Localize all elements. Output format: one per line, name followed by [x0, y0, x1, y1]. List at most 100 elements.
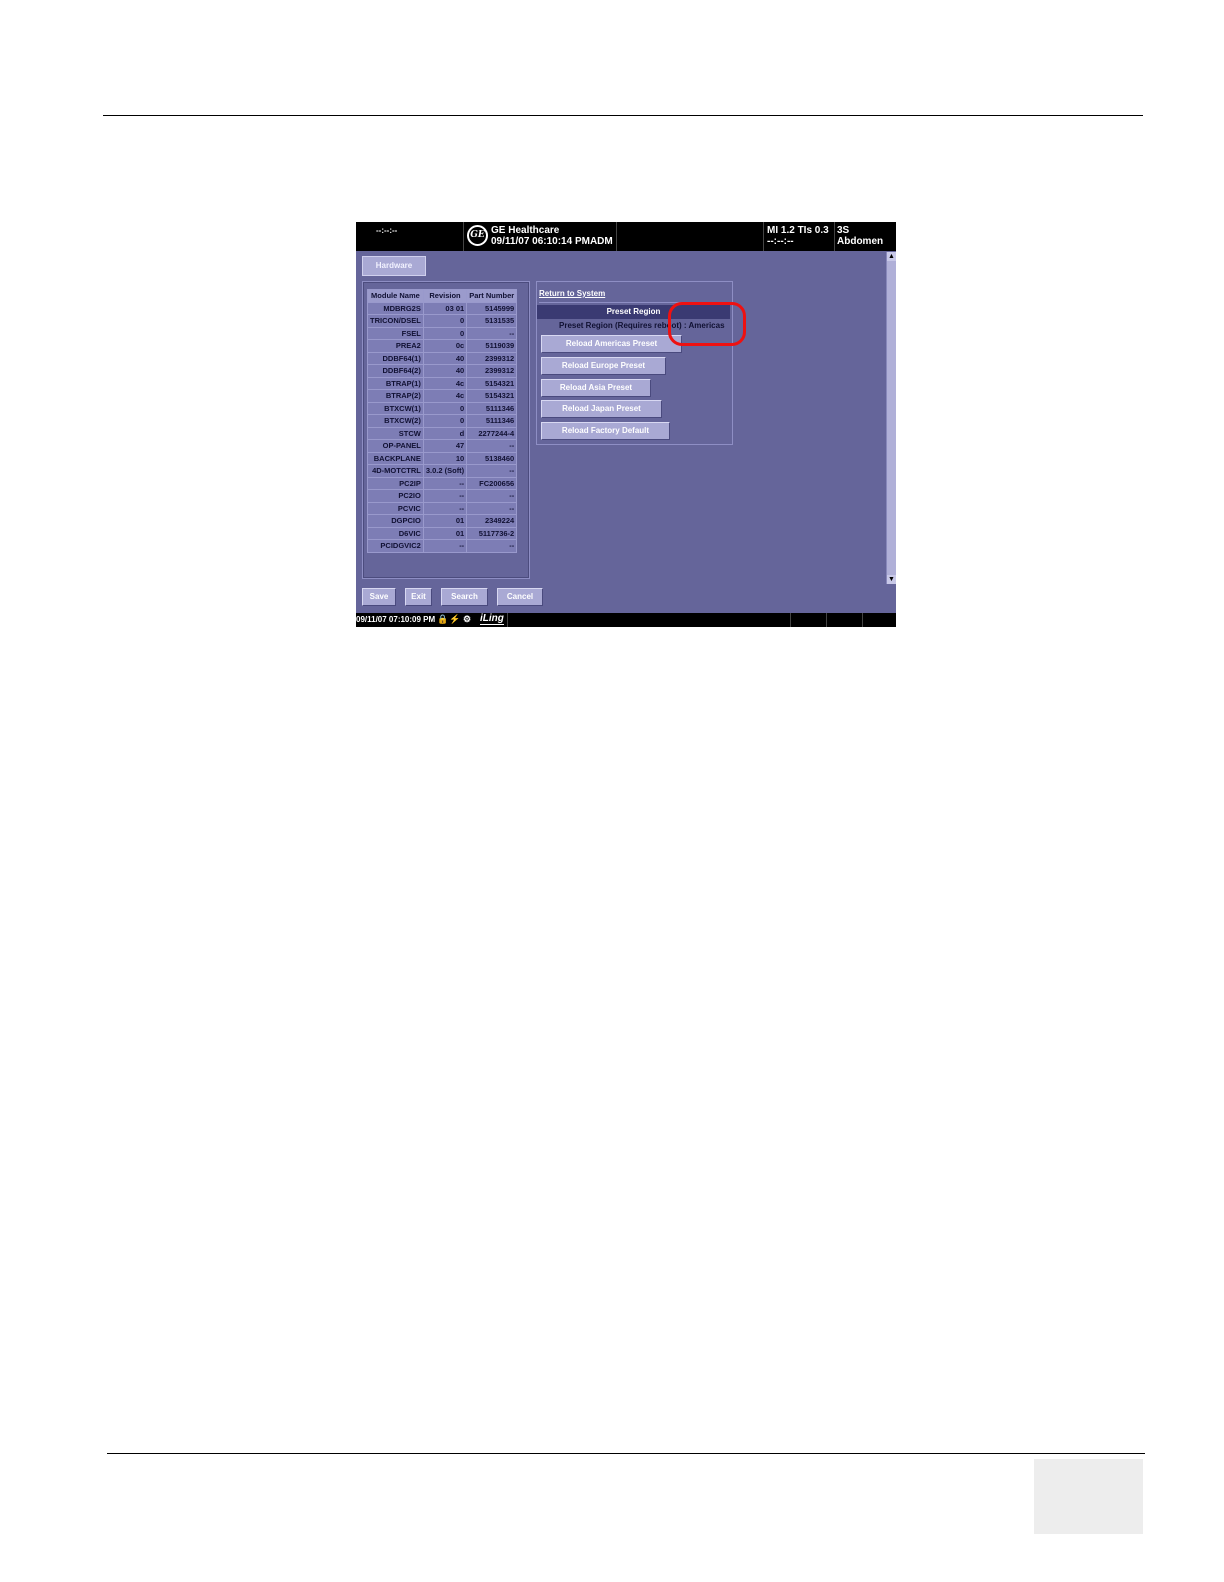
table-row: BTXCW(1) 0 5111346: [367, 401, 518, 415]
table-row: MDBRG2S 03 01 5145999: [367, 301, 518, 315]
top-separator: [616, 222, 617, 251]
reload-asia-button[interactable]: Reload Asia Preset: [541, 379, 651, 397]
revision-cell: --: [422, 476, 468, 490]
part-number-cell: 2277244-4: [466, 426, 518, 440]
lock-icon: 🔒: [437, 614, 449, 624]
search-button[interactable]: Search: [441, 588, 488, 606]
table-row: PC2IO -- --: [367, 489, 518, 503]
part-number-cell: 5145999: [466, 301, 518, 315]
module-name-cell: PCVIC: [367, 501, 424, 515]
module-name-cell: PC2IP: [367, 476, 424, 490]
top-separator: [463, 222, 464, 251]
tab-hardware[interactable]: Hardware: [362, 256, 426, 276]
vertical-scrollbar[interactable]: ▲ ▼: [886, 252, 896, 584]
table-row: PREA2 0c 5119039: [367, 339, 518, 353]
part-number-cell: 5131535: [466, 314, 518, 328]
application-name: Abdomen: [837, 236, 884, 247]
table-row: FSEL 0 --: [367, 326, 518, 340]
top-bar: --:--:-- GE GE Healthcare 09/11/07 06:10…: [356, 222, 896, 251]
revision-cell: 40: [422, 351, 468, 365]
table-row: BTXCW(2) 0 5111346: [367, 414, 518, 428]
module-name-cell: TRICON/DSEL: [367, 314, 424, 328]
module-name-cell: DGPCIO: [367, 514, 424, 528]
revision-cell: 0: [422, 326, 468, 340]
table-row: DGPCIO 01 2349224: [367, 514, 518, 528]
revision-cell: 40: [422, 364, 468, 378]
revision-cell: 0: [422, 414, 468, 428]
probe-name: 3S: [837, 225, 850, 236]
callout-highlight: [668, 302, 746, 346]
part-number-cell: 2349224: [466, 514, 518, 528]
part-number-cell: 2399312: [466, 364, 518, 378]
brand-block: GE Healthcare 09/11/07 06:10:14 PMADM: [491, 225, 613, 247]
status-separator: [507, 613, 508, 627]
status-separator: [790, 613, 791, 627]
scroll-down-icon[interactable]: ▼: [887, 575, 896, 584]
revision-cell: --: [422, 501, 468, 515]
module-name-cell: FSEL: [367, 326, 424, 340]
save-button[interactable]: Save: [362, 588, 396, 606]
part-number-cell: 5154321: [466, 389, 518, 403]
revision-cell: --: [422, 489, 468, 503]
revision-cell: 3.0.2 (Soft): [422, 464, 468, 478]
revision-cell: 10: [422, 451, 468, 465]
part-number-cell: 5111346: [466, 401, 518, 415]
module-panel: Module Name Revision Part Number MDBRG2S…: [362, 281, 530, 579]
footer-rule: [107, 1453, 1145, 1454]
table-row: DDBF64(2) 40 2399312: [367, 364, 518, 378]
part-number-cell: --: [466, 489, 518, 503]
module-name-cell: DDBF64(2): [367, 364, 424, 378]
status-time: 09/11/07 07:10:09 PM: [356, 615, 436, 624]
part-number-cell: 5117736-2: [466, 526, 518, 540]
table-row: PCIDGVIC2 -- --: [367, 539, 518, 553]
reload-factory-default-button[interactable]: Reload Factory Default: [541, 422, 670, 440]
ge-logo-icon: GE: [467, 225, 488, 246]
part-number-cell: 5138460: [466, 451, 518, 465]
revision-cell: d: [422, 426, 468, 440]
mi-tis: MI 1.2 TIs 0.3: [767, 225, 829, 236]
module-name-cell: BTRAP(2): [367, 389, 424, 403]
reload-europe-button[interactable]: Reload Europe Preset: [541, 357, 666, 375]
return-to-system-link[interactable]: Return to System: [539, 285, 729, 303]
module-name-cell: OP-PANEL: [367, 439, 424, 453]
part-number-cell: --: [466, 326, 518, 340]
revision-cell: 4c: [422, 389, 468, 403]
mi-tis-block: MI 1.2 TIs 0.3 --:--:--: [767, 225, 829, 247]
scroll-up-icon[interactable]: ▲: [887, 252, 896, 261]
cancel-button[interactable]: Cancel: [497, 588, 543, 606]
iling-logo: iLing: [480, 613, 504, 625]
table-row: BTRAP(2) 4c 5154321: [367, 389, 518, 403]
reload-americas-button[interactable]: Reload Americas Preset: [541, 335, 682, 353]
part-number-cell: --: [466, 439, 518, 453]
revision-cell: 4c: [422, 376, 468, 390]
status-bar: 09/11/07 07:10:09 PM 🔒 ⚡ ⚙ iLing: [356, 613, 896, 627]
part-number-cell: --: [466, 539, 518, 553]
module-name-cell: BACKPLANE: [367, 451, 424, 465]
module-name-cell: BTXCW(2): [367, 414, 424, 428]
table-row: DDBF64(1) 40 2399312: [367, 351, 518, 365]
exit-button[interactable]: Exit: [405, 588, 432, 606]
module-name-cell: D6VIC: [367, 526, 424, 540]
revision-cell: 03 01: [422, 301, 468, 315]
module-name-cell: PCIDGVIC2: [367, 539, 424, 553]
module-name-cell: BTRAP(1): [367, 376, 424, 390]
revision-cell: 47: [422, 439, 468, 453]
reload-japan-button[interactable]: Reload Japan Preset: [541, 400, 662, 418]
module-name-cell: PREA2: [367, 339, 424, 353]
table-row: D6VIC 01 5117736-2: [367, 526, 518, 540]
table-row: BACKPLANE 10 5138460: [367, 451, 518, 465]
module-name-cell: 4D-MOTCTRL: [367, 464, 424, 478]
part-number-cell: --: [466, 501, 518, 515]
module-name-cell: MDBRG2S: [367, 301, 424, 315]
module-name-cell: PC2IO: [367, 489, 424, 503]
table-row: 4D-MOTCTRL 3.0.2 (Soft) --: [367, 464, 518, 478]
part-number-cell: 5111346: [466, 414, 518, 428]
revision-cell: 0: [422, 314, 468, 328]
top-left-placeholder: --:--:--: [376, 226, 398, 235]
part-number-cell: --: [466, 464, 518, 478]
page-number-box: [1034, 1459, 1143, 1534]
network-icon: ⚡: [449, 614, 461, 624]
top-separator: [763, 222, 764, 251]
table-row: BTRAP(1) 4c 5154321: [367, 376, 518, 390]
part-number-cell: 5154321: [466, 376, 518, 390]
